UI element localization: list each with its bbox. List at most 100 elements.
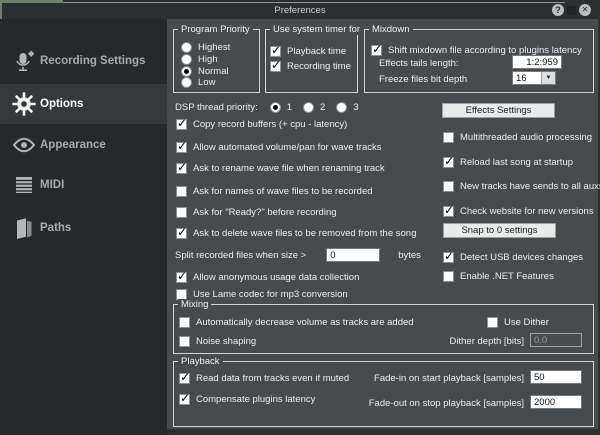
dropdown-arrow-icon[interactable]: ▼ [541, 72, 555, 84]
checkbox-read-muted[interactable] [179, 373, 190, 384]
checkbox-ask-delete-wave[interactable] [176, 228, 187, 239]
sidebar-item-label: MIDI [40, 179, 64, 191]
checkbox-label: Noise shaping [196, 336, 256, 347]
window-title: Preferences [0, 5, 600, 16]
fade-out-label: Fade-out on stop playback [samples] [330, 398, 524, 409]
check-row-recording-time: Recording time [270, 59, 351, 73]
checkbox-new-tracks-sends[interactable] [443, 181, 454, 192]
check-row-detect-usb: Detect USB devices changes [443, 250, 583, 264]
freeze-depth-value: 16 [513, 72, 541, 84]
radio-dsp-3[interactable] [336, 102, 347, 113]
radio-highest[interactable] [181, 42, 192, 53]
sidebar-item-paths[interactable]: Paths [0, 208, 167, 248]
checkbox-label: Compensate plugins latency [196, 394, 315, 405]
fade-in-label: Fade-in on start playback [samples] [330, 373, 524, 384]
sidebar-item-options[interactable]: Options [0, 84, 167, 124]
eye-icon [10, 131, 38, 159]
checkbox-use-dither[interactable] [487, 317, 498, 328]
check-row-ask-ready: Ask for "Ready?" before recording [176, 205, 337, 219]
help-button[interactable]: ? [552, 4, 564, 16]
checkbox-label: Detect USB devices changes [460, 252, 583, 263]
dsp-priority-row: DSP thread priority: 1 2 3 [175, 100, 359, 114]
checkbox-noise-shaping[interactable] [179, 336, 190, 347]
group-legend: Use system timer for [270, 24, 363, 35]
radio-high[interactable] [181, 54, 192, 65]
sidebar-item-label: Options [40, 98, 83, 110]
checkbox-compensate-latency[interactable] [179, 394, 190, 405]
checkbox-label: Reload last song at startup [460, 157, 573, 168]
radio-label: 3 [353, 102, 358, 113]
checkbox-check-website[interactable] [443, 206, 454, 217]
checkbox-automated-volume-pan[interactable] [176, 142, 187, 153]
group-legend: Mixing [178, 299, 211, 310]
checkbox-anonymous-usage[interactable] [176, 272, 187, 283]
checkbox-label: Multithreaded audio processing [460, 132, 592, 143]
check-row-ask-rename-wave: Ask to rename wave file when renaming tr… [176, 161, 385, 175]
check-row-ask-names-wave: Ask for names of wave files to be record… [176, 184, 373, 198]
checkbox-ask-rename-wave[interactable] [176, 163, 187, 174]
checkbox-recording-time[interactable] [270, 61, 281, 72]
checkbox-shift-mixdown[interactable] [371, 45, 382, 56]
checkbox-reload-last-song[interactable] [443, 157, 454, 168]
check-row-reload-last-song: Reload last song at startup [443, 155, 573, 169]
freeze-depth-dropdown[interactable]: 16 ▼ [512, 71, 556, 85]
dsp-priority-label: DSP thread priority: [175, 102, 258, 113]
checkbox-label: Check website for new versions [460, 206, 594, 217]
check-row-check-website: Check website for new versions [443, 204, 594, 218]
effects-settings-button[interactable]: Effects Settings [442, 103, 555, 118]
checkbox-detect-usb[interactable] [443, 252, 454, 263]
fade-out-input[interactable] [530, 395, 582, 409]
checkbox-playback-time[interactable] [270, 46, 281, 57]
radio-dsp-1[interactable] [270, 102, 281, 113]
sidebar-item-label: Recording Settings [40, 55, 145, 67]
sidebar-item-midi[interactable]: MIDI [0, 165, 167, 205]
checkbox-label: Enable .NET Features [460, 271, 554, 282]
checkbox-label: New tracks have sends to all auxs [460, 181, 600, 192]
disabled-titlebar-button [567, 6, 576, 15]
checkbox-multithreaded[interactable] [443, 132, 454, 143]
check-row-use-dither: Use Dither [487, 315, 549, 329]
check-row-compensate-latency: Compensate plugins latency [179, 392, 315, 406]
midi-list-icon [10, 171, 38, 199]
radio-dsp-2[interactable] [303, 102, 314, 113]
freeze-depth-label: Freeze files bit depth [379, 74, 467, 85]
checkbox-label: Automatically decrease volume as tracks … [196, 317, 414, 328]
radio-label: Low [198, 77, 215, 88]
group-legend: Playback [178, 356, 223, 367]
radio-label: 1 [287, 102, 292, 113]
fade-in-input[interactable] [530, 370, 582, 384]
check-row-noise-shaping: Noise shaping [179, 334, 256, 348]
snap-to-zero-button[interactable]: Snap to 0 settings [443, 223, 556, 238]
check-row-automated-volume-pan: Allow automated volume/pan for wave trac… [176, 140, 382, 154]
sidebar-item-appearance[interactable]: Appearance [0, 125, 167, 165]
group-legend: Mixdown [369, 24, 413, 35]
effects-tails-input[interactable] [512, 55, 562, 69]
close-button[interactable]: ✕ [579, 4, 591, 16]
sidebar-item-recording-settings[interactable]: Recording Settings [0, 41, 167, 81]
checkbox-copy-record-buffers[interactable] [176, 119, 187, 130]
checkbox-lame-codec[interactable] [176, 289, 187, 300]
radio-low[interactable] [181, 77, 192, 88]
checkbox-ask-names-wave[interactable] [176, 186, 187, 197]
checkbox-label: Ask to delete wave files to be removed f… [193, 228, 416, 239]
dither-depth-label: Dither depth [bits] [410, 336, 524, 347]
checkbox-label: Ask to rename wave file when renaming tr… [193, 163, 385, 174]
checkbox-label: Ask for names of wave files to be record… [193, 186, 373, 197]
split-files-row: Split recorded files when size > bytes [175, 248, 421, 262]
checkbox-label: Use Dither [504, 317, 549, 328]
split-size-input[interactable] [326, 248, 380, 262]
checkbox-ask-ready[interactable] [176, 207, 187, 218]
checkbox-enable-net[interactable] [443, 271, 454, 282]
check-row-multithreaded: Multithreaded audio processing [443, 130, 592, 144]
checkbox-auto-decrease-volume[interactable] [179, 317, 190, 328]
checkbox-label: Recording time [287, 61, 351, 72]
freeze-depth-row: Freeze files bit depth [379, 72, 467, 86]
check-row-enable-net: Enable .NET Features [443, 269, 554, 283]
microphone-gear-icon [10, 47, 38, 75]
checkbox-label: Read data from tracks even if muted [196, 373, 349, 384]
radio-row-low: Low [181, 75, 215, 89]
checkbox-label: Allow automated volume/pan for wave trac… [193, 142, 382, 153]
sidebar-item-label: Appearance [40, 139, 106, 151]
titlebar: Preferences ? ✕ [0, 0, 600, 19]
checkbox-label: Copy record buffers (+ cpu - latency) [193, 119, 347, 130]
